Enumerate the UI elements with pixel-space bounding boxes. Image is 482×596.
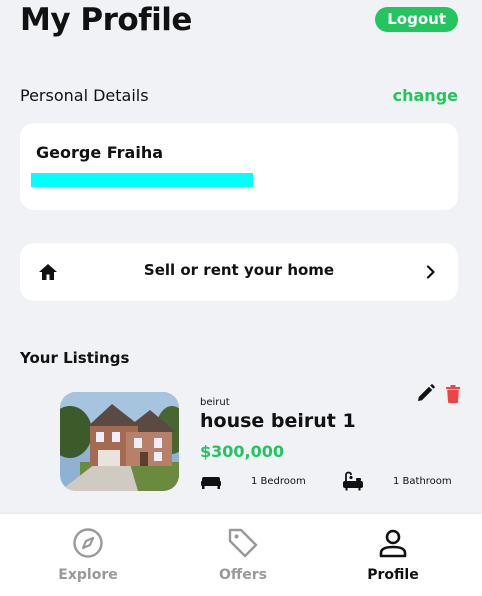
bedroom-count: 1 Bedroom — [251, 476, 306, 487]
personal-details-card: George Fraiha — [20, 123, 458, 210]
nav-item-explore[interactable]: Explore — [28, 514, 148, 596]
sell-or-rent-button[interactable]: Sell or rent your home — [20, 243, 458, 301]
bathroom-count: 1 Bathroom — [393, 476, 452, 487]
redaction-bar — [31, 173, 253, 187]
bed-icon — [201, 477, 221, 489]
compass-icon — [73, 528, 103, 558]
listing-photo — [60, 392, 179, 491]
change-link[interactable]: change — [393, 86, 458, 105]
user-name: George Fraiha — [36, 143, 164, 162]
listings-title: Your Listings — [20, 349, 130, 367]
nav-label-offers: Offers — [219, 567, 267, 583]
chevron-right-icon — [426, 265, 435, 279]
bottom-nav: Explore Offers Profile — [0, 514, 482, 596]
sell-or-rent-label: Sell or rent your home — [143, 261, 335, 279]
nav-item-profile[interactable]: Profile — [333, 514, 453, 596]
nav-item-offers[interactable]: Offers — [183, 514, 303, 596]
tag-icon — [228, 528, 258, 558]
listing-location: beirut — [200, 397, 230, 408]
nav-label-profile: Profile — [367, 567, 419, 583]
listing-card[interactable]: beirut house beirut 1 $300,000 1 Bedroom… — [60, 380, 460, 498]
page-title: My Profile — [20, 2, 192, 38]
bathtub-icon — [343, 471, 363, 491]
edit-icon[interactable] — [417, 384, 435, 402]
listing-price: $300,000 — [200, 442, 285, 461]
nav-label-explore: Explore — [58, 567, 118, 583]
listing-title: house beirut 1 — [200, 410, 356, 432]
logout-button[interactable]: Logout — [375, 7, 458, 32]
trash-icon[interactable] — [446, 385, 460, 403]
header: My Profile Logout — [20, 0, 462, 42]
person-icon — [379, 529, 407, 558]
personal-details-header: Personal Details change — [20, 86, 458, 108]
personal-details-label: Personal Details — [20, 86, 149, 105]
